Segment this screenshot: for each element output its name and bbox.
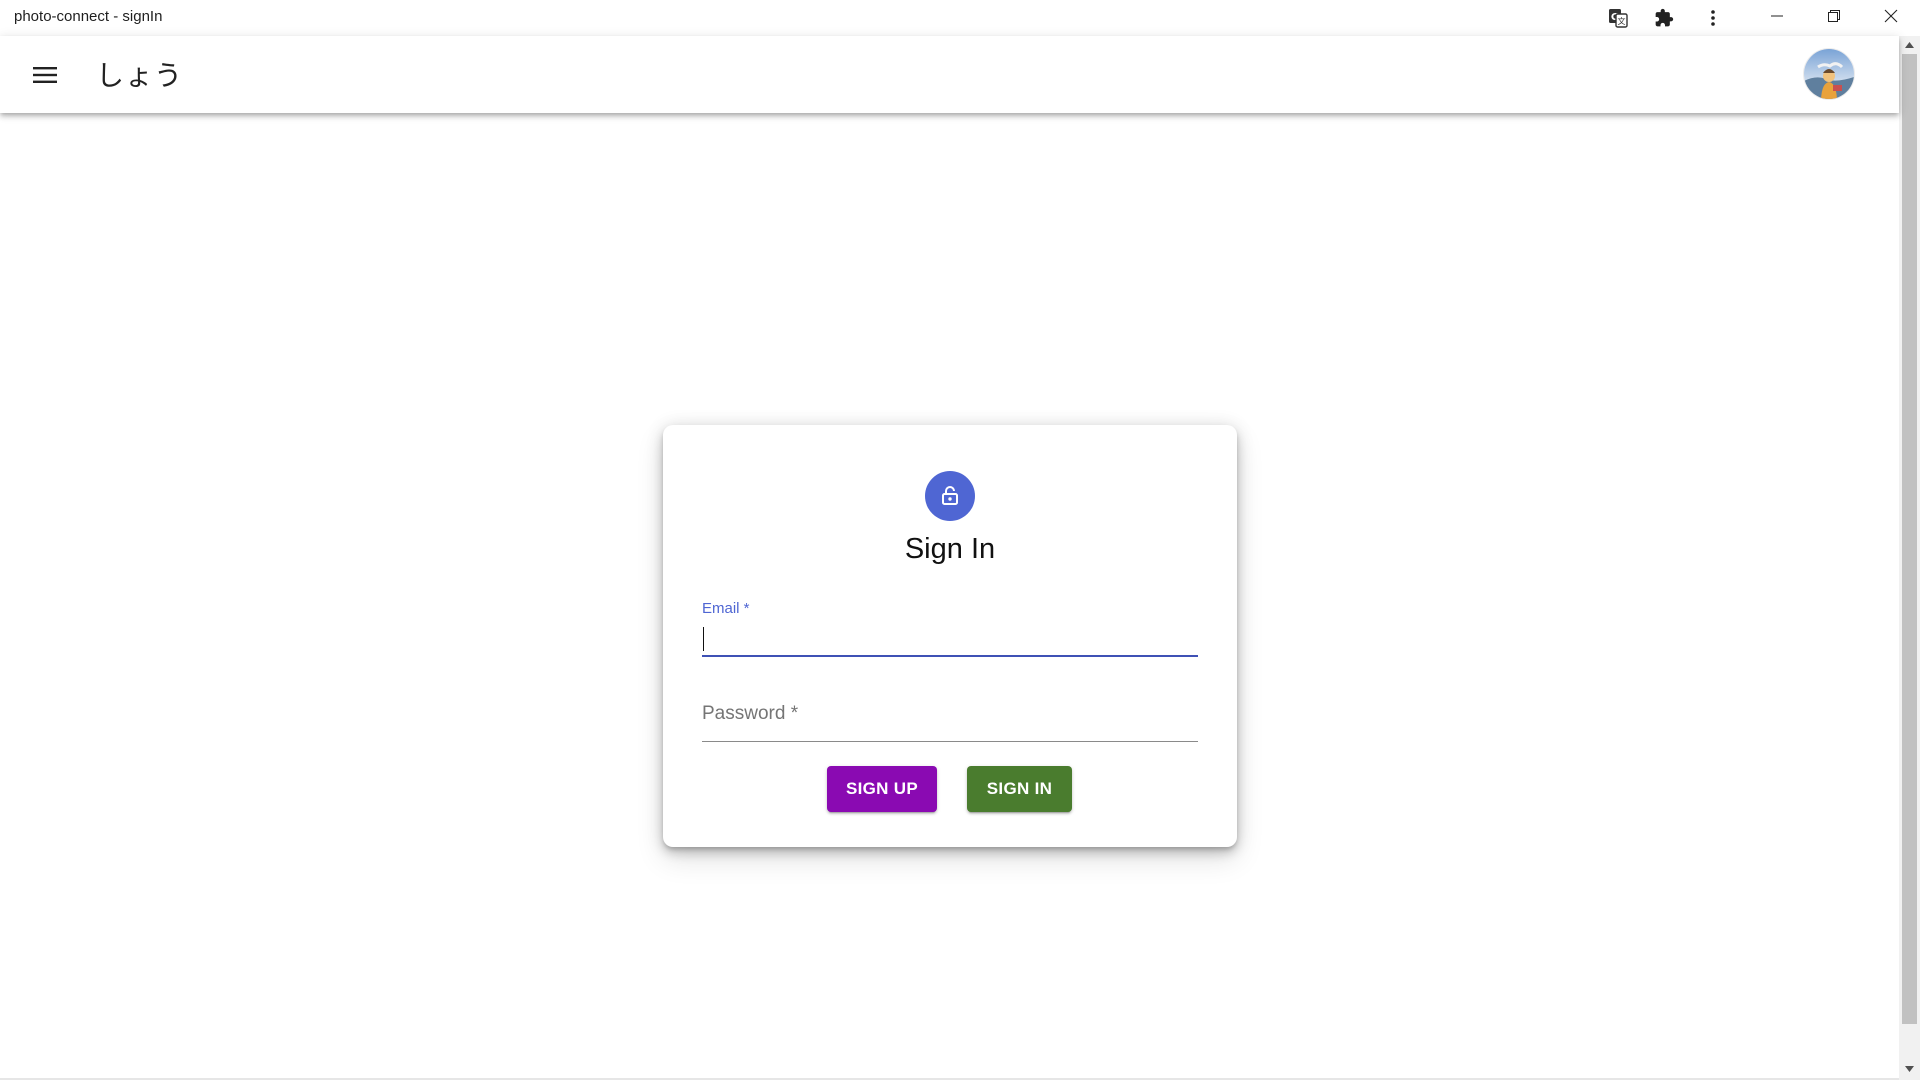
avatar-image	[1804, 49, 1854, 99]
user-avatar[interactable]	[1804, 49, 1854, 99]
window-title: photo-connect - signIn	[14, 8, 163, 25]
sign-in-card: Sign In Email * Password * SIGN UP SIGN …	[663, 425, 1237, 847]
email-input[interactable]	[702, 624, 1198, 654]
menu-button[interactable]	[22, 52, 68, 98]
text-caret	[703, 627, 704, 651]
more-vert-icon[interactable]	[1699, 4, 1727, 32]
close-window-button[interactable]	[1863, 0, 1919, 32]
scroll-thumb[interactable]	[1902, 54, 1917, 1024]
sign-in-button[interactable]: SIGN IN	[967, 766, 1072, 812]
restore-button[interactable]	[1806, 0, 1862, 32]
email-field[interactable]: Email *	[702, 600, 1198, 658]
extensions-icon[interactable]	[1650, 4, 1678, 32]
hamburger-menu-icon	[33, 67, 57, 83]
minimize-icon	[1771, 15, 1783, 17]
password-underline	[702, 741, 1198, 742]
password-field[interactable]: Password *	[702, 693, 1198, 745]
email-underline	[702, 655, 1198, 657]
restore-icon	[1828, 10, 1840, 22]
email-label: Email *	[702, 600, 750, 617]
svg-text:文: 文	[1618, 16, 1626, 26]
lock-open-icon	[925, 471, 975, 521]
scroll-down-arrow-icon[interactable]	[1899, 1060, 1920, 1077]
window-titlebar: photo-connect - signIn G 文	[0, 0, 1920, 36]
sign-in-heading: Sign In	[904, 533, 996, 565]
scroll-up-arrow-icon[interactable]	[1899, 36, 1920, 53]
app-title: しょう	[96, 59, 184, 92]
sign-up-button[interactable]: SIGN UP	[827, 766, 937, 812]
vertical-scrollbar[interactable]	[1899, 36, 1920, 1080]
minimize-button[interactable]	[1749, 0, 1805, 32]
app-bar: しょう	[0, 36, 1899, 113]
translate-icon[interactable]: G 文	[1604, 4, 1632, 32]
password-input[interactable]	[702, 701, 1198, 731]
close-icon	[1884, 9, 1898, 23]
